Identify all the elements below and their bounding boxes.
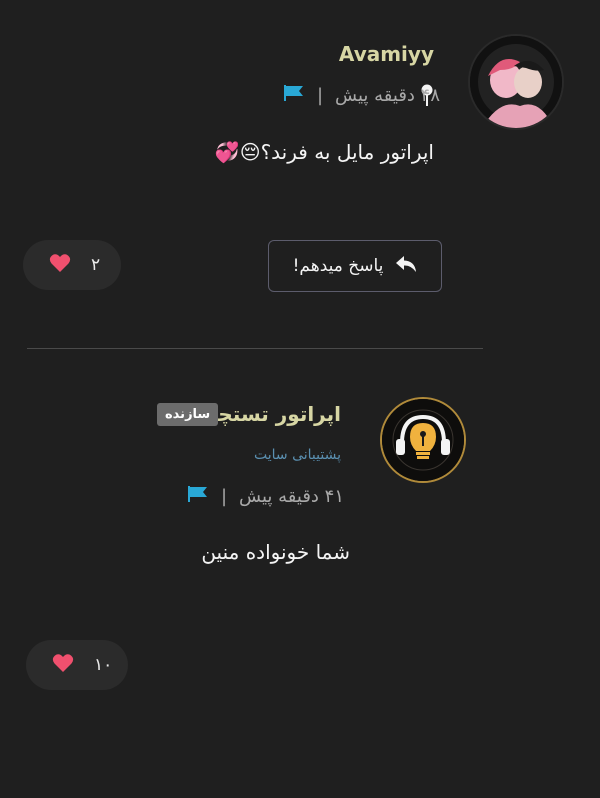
reply-button[interactable]: پاسخ میدهم!: [268, 240, 442, 292]
reply-label: پاسخ میدهم!: [292, 256, 384, 276]
creator-badge: سازنده: [157, 403, 219, 426]
comment-emoji: 😔💞: [214, 140, 261, 164]
comment-meta: | ۴۸ دقیقه پیش: [283, 84, 440, 106]
comment-text: شما خونواده منین: [201, 540, 350, 564]
user-avatar[interactable]: [470, 36, 562, 128]
meta-separator: |: [316, 84, 324, 106]
heart-icon: [52, 653, 74, 677]
comment-time: ۴۱ دقیقه پیش: [239, 485, 344, 507]
comment-divider: [27, 348, 483, 349]
reply-arrow-icon: [395, 255, 417, 278]
like-button[interactable]: ۲: [23, 240, 121, 290]
like-count: ۱۰: [94, 655, 113, 675]
author-role: پشتیبانی سایت: [254, 447, 341, 463]
like-button[interactable]: ۱۰: [26, 640, 128, 690]
comment-text: اپراتور مایل به فرند؟: [260, 140, 434, 164]
flag-icon[interactable]: [187, 485, 209, 507]
comment-author[interactable]: Avamiyy: [339, 42, 434, 66]
comment-time: ۴۸ دقیقه پیش: [335, 84, 440, 106]
comment-meta: | ۴۱ دقیقه پیش: [187, 485, 344, 507]
comments-page: Avamiyy | ۴۸ دقیقه پیش اپراتور مایل به ف…: [0, 0, 600, 798]
heart-icon: [49, 253, 71, 277]
flag-icon[interactable]: [283, 84, 305, 106]
comment-body: اپراتور مایل به فرند؟😔💞: [215, 140, 434, 164]
meta-separator: |: [220, 485, 228, 507]
operator-avatar[interactable]: [380, 397, 466, 483]
like-count: ۲: [91, 255, 101, 275]
operator-name[interactable]: اپراتور تستچی: [198, 402, 341, 426]
